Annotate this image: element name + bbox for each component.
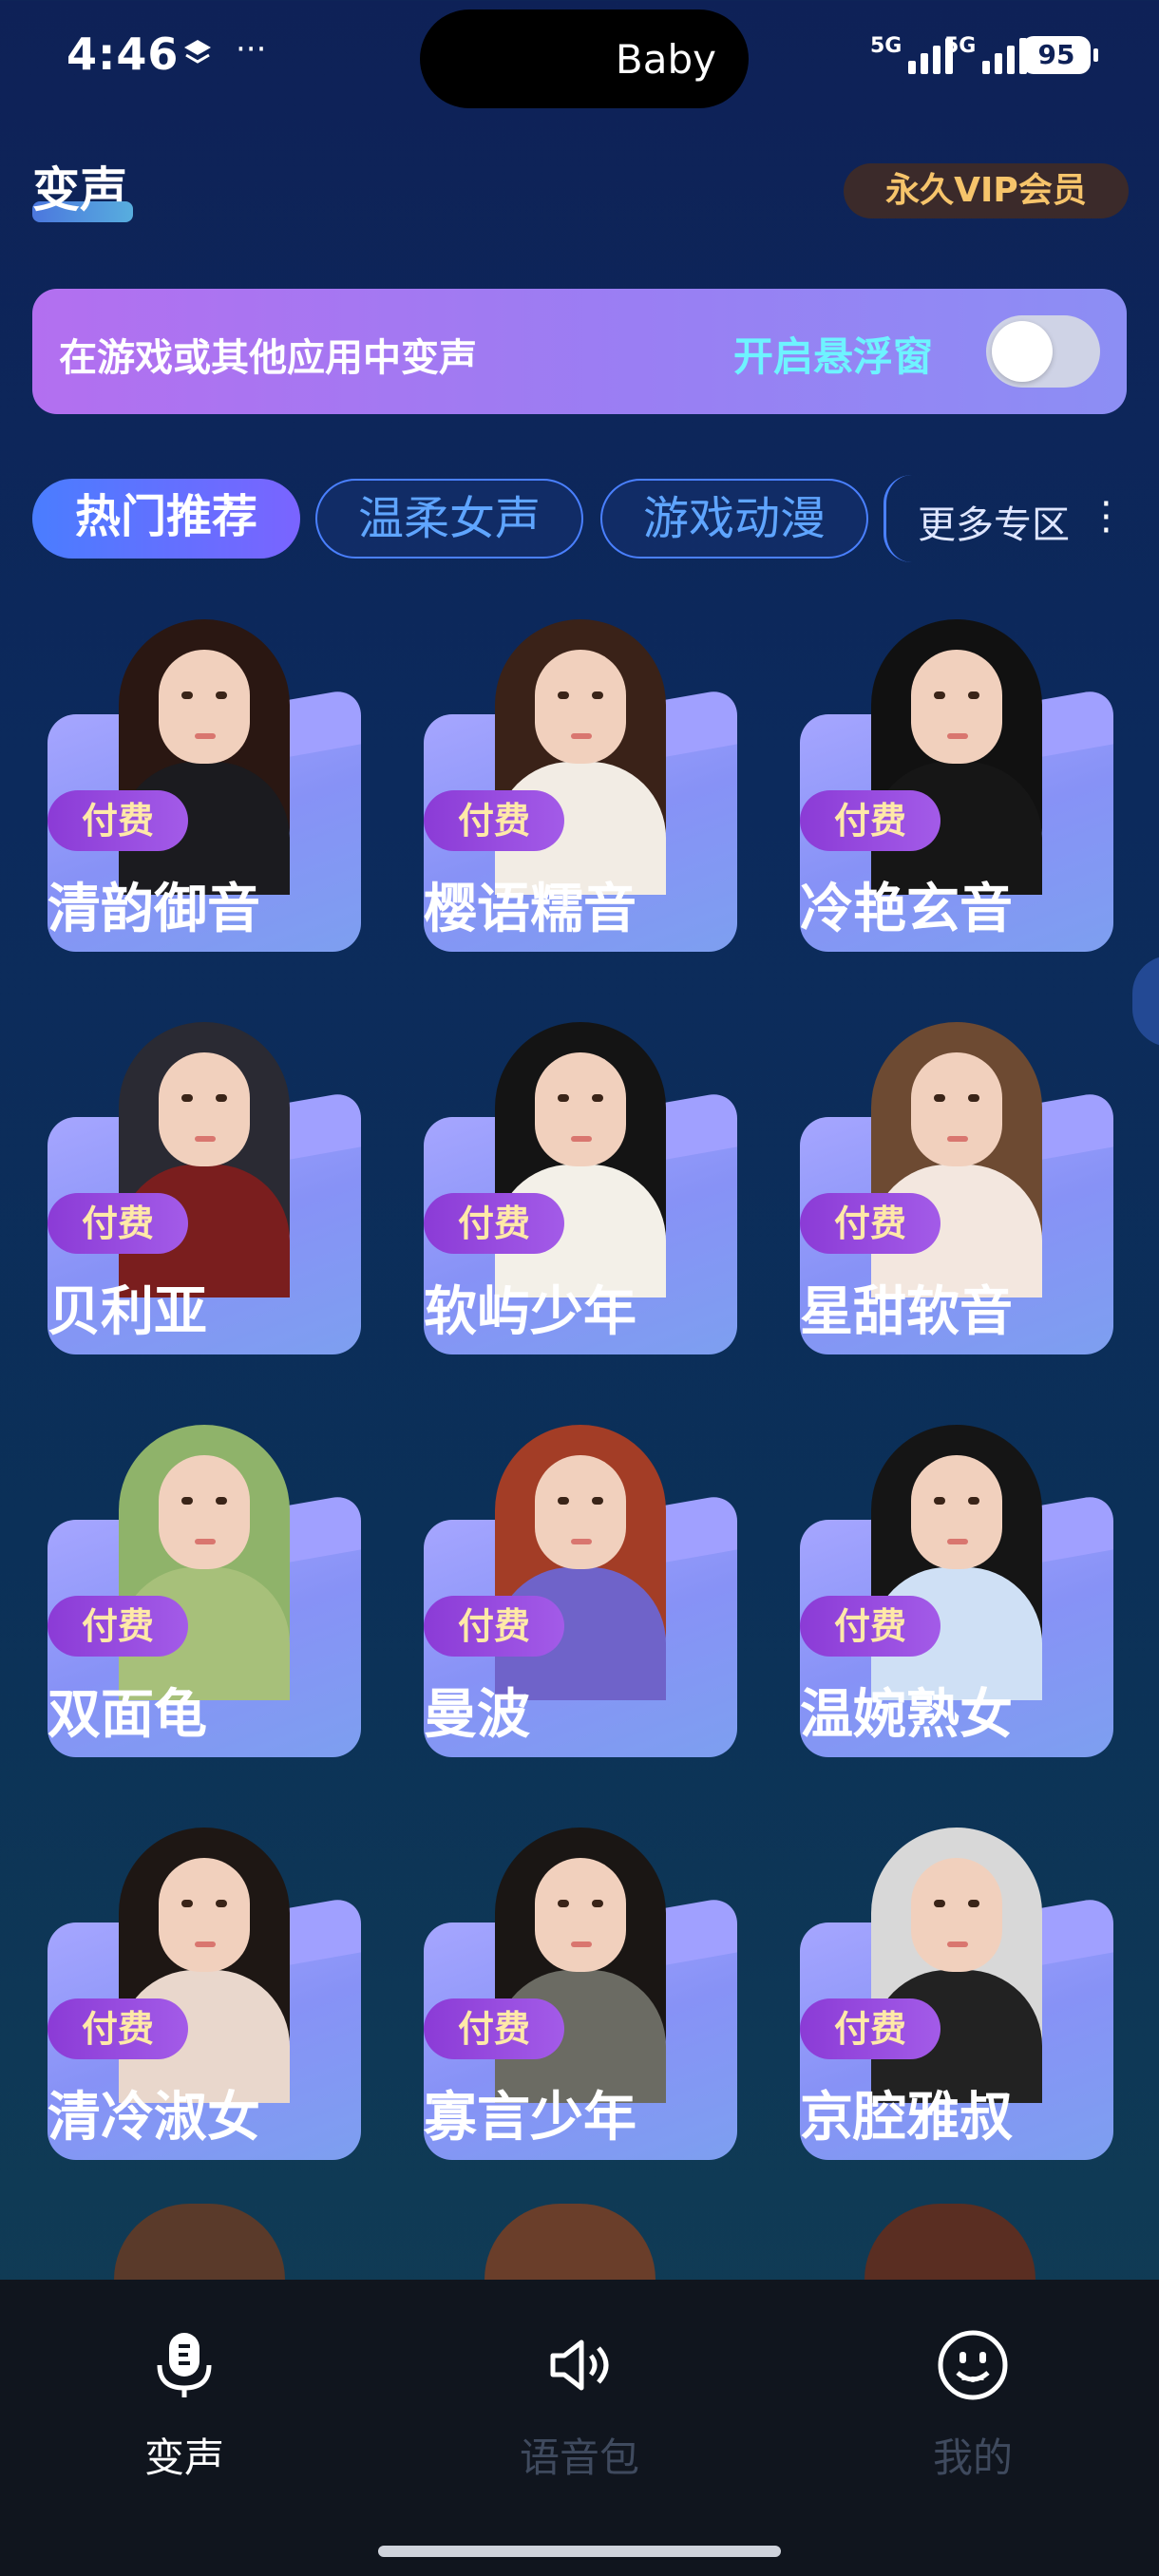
voice-card[interactable]: 付费 冷艳玄音: [800, 591, 1113, 952]
island-label: Baby: [615, 36, 716, 83]
paid-badge: 付费: [800, 1596, 940, 1657]
voice-name: 贝利亚: [48, 1281, 207, 1343]
nav-voice-pack[interactable]: 语音包: [466, 2327, 694, 2484]
toggle-knob: [992, 321, 1053, 382]
next-row-avatar: [114, 2204, 285, 2280]
paid-badge: 付费: [424, 1596, 564, 1657]
paid-badge: 付费: [424, 1998, 564, 2059]
voice-name: 樱语糯音: [424, 879, 636, 940]
status-time: 4:46: [66, 28, 180, 80]
signal-2-icon: 5G: [944, 34, 1028, 74]
voice-card[interactable]: 付费 樱语糯音: [424, 591, 737, 952]
signal-1-label: 5G: [870, 34, 902, 58]
voice-name: 清冷淑女: [48, 2087, 260, 2149]
voice-name: 温婉熟女: [800, 1684, 1013, 1746]
dynamic-island: Baby: [420, 9, 749, 108]
paid-badge: 付费: [48, 790, 188, 851]
voice-card[interactable]: 付费 清韵御音: [48, 591, 361, 952]
floating-window-label: 开启悬浮窗: [733, 333, 934, 380]
voice-card[interactable]: 付费 软屿少年: [424, 994, 737, 1354]
floating-window-banner: 在游戏或其他应用中变声 开启悬浮窗: [32, 289, 1127, 414]
voice-name: 曼波: [424, 1684, 530, 1746]
voice-card[interactable]: 付费 曼波: [424, 1396, 737, 1757]
smiley-icon: [938, 2330, 1008, 2400]
nav-voice-change-label: 变声: [143, 2434, 224, 2481]
nav-voice-change[interactable]: 变声: [70, 2327, 298, 2484]
speaker-icon: [550, 2339, 609, 2391]
paid-badge: 付费: [48, 1596, 188, 1657]
tab-overflow-edge: [884, 475, 912, 562]
voice-card[interactable]: 付费 寡言少年: [424, 1799, 737, 2160]
nav-voice-pack-label: 语音包: [519, 2434, 639, 2481]
paid-badge: 付费: [48, 1193, 188, 1254]
voice-card[interactable]: 付费 双面龟: [48, 1396, 361, 1757]
layers-icon: [180, 36, 215, 79]
page-title: 变声: [32, 162, 127, 218]
paid-badge: 付费: [800, 1193, 940, 1254]
paid-badge: 付费: [424, 1193, 564, 1254]
voice-card[interactable]: 付费 贝利亚: [48, 994, 361, 1354]
vip-badge[interactable]: 永久VIP会员: [844, 163, 1129, 218]
paid-badge: 付费: [424, 790, 564, 851]
banner-text: 在游戏或其他应用中变声: [59, 336, 477, 380]
home-indicator: [378, 2546, 781, 2557]
microphone-icon: [157, 2333, 212, 2397]
signal-1-icon: 5G: [870, 34, 954, 74]
paid-badge: 付费: [800, 1998, 940, 2059]
more-vert-icon[interactable]: · · ·: [1100, 485, 1112, 550]
voice-card[interactable]: 付费 温婉熟女: [800, 1396, 1113, 1757]
side-handle[interactable]: [1132, 956, 1159, 1047]
voice-name: 双面龟: [48, 1684, 207, 1746]
more-zone-button[interactable]: 更多专区: [918, 494, 1070, 549]
tab-hot[interactable]: 热门推荐: [32, 479, 300, 559]
nav-mine-label: 我的: [932, 2434, 1013, 2481]
next-row-avatar: [864, 2204, 1036, 2280]
next-row-avatar: [484, 2204, 656, 2280]
more-dots-icon: ···: [236, 30, 267, 68]
voice-card[interactable]: 付费 京腔雅叔: [800, 1799, 1113, 2160]
voice-name: 星甜软音: [800, 1281, 1013, 1343]
status-bar: 4:46 ··· Baby 5G 5G 95: [0, 0, 1159, 114]
voice-name: 冷艳玄音: [800, 879, 1013, 940]
paid-badge: 付费: [800, 790, 940, 851]
tab-gentle-female[interactable]: 温柔女声: [315, 479, 583, 559]
paid-badge: 付费: [48, 1998, 188, 2059]
floating-window-toggle[interactable]: [986, 315, 1100, 388]
nav-mine[interactable]: 我的: [859, 2327, 1087, 2484]
tab-game-anime[interactable]: 游戏动漫: [600, 479, 868, 559]
voice-name: 软屿少年: [424, 1281, 636, 1343]
battery-icon: 95: [1022, 36, 1098, 74]
voice-name: 京腔雅叔: [800, 2087, 1013, 2149]
voice-name: 清韵御音: [48, 879, 260, 940]
voice-name: 寡言少年: [424, 2087, 636, 2149]
signal-2-label: 5G: [944, 34, 977, 58]
voice-card[interactable]: 付费 星甜软音: [800, 994, 1113, 1354]
bottom-nav: 变声 语音包 我的: [0, 2280, 1159, 2576]
voice-card[interactable]: 付费 清冷淑女: [48, 1799, 361, 2160]
